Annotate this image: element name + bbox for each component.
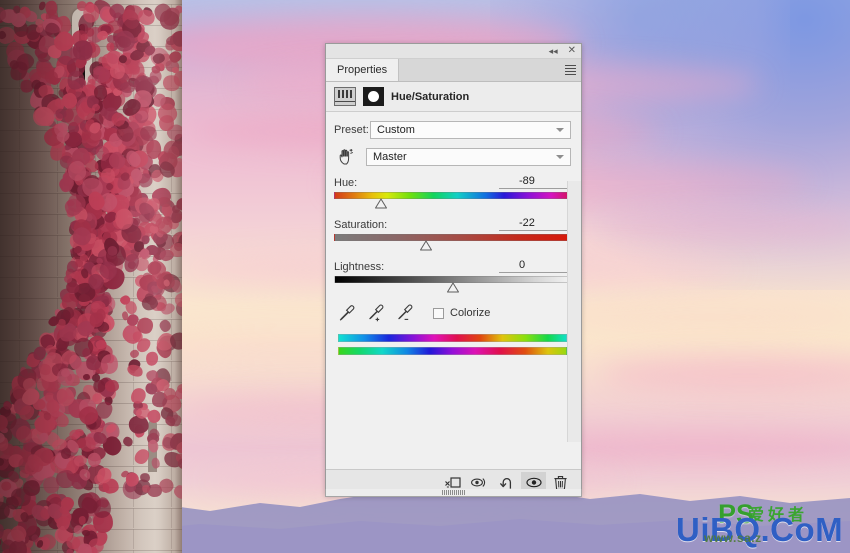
lightness-slider-thumb[interactable] [446, 282, 459, 293]
lightness-slider[interactable] [334, 275, 571, 295]
adjustment-title: Hue/Saturation [391, 90, 470, 103]
panel-right-rail [567, 181, 581, 442]
close-icon[interactable]: ✕ [568, 46, 576, 56]
chevron-down-icon [556, 128, 564, 132]
preset-dropdown[interactable]: Custom [370, 121, 571, 139]
colorize-label: Colorize [450, 307, 491, 319]
saturation-slider-thumb[interactable] [420, 240, 433, 251]
source-spectrum-bar [338, 334, 567, 342]
tab-properties[interactable]: Properties [326, 59, 400, 81]
channel-dropdown[interactable]: Master [366, 148, 571, 166]
panel-body: Preset: Custom Master Hue: -89 Saturatio… [326, 112, 581, 469]
cloud-band [560, 300, 850, 334]
tower-shading [0, 0, 182, 553]
saturation-slider-block: Saturation: -22 [334, 217, 571, 253]
panel-tabbar: Properties [326, 59, 581, 82]
preset-label: Preset: [334, 124, 369, 136]
spectrum-bars [334, 334, 571, 355]
saturation-value[interactable]: -22 [499, 217, 571, 231]
stone-tower [0, 0, 182, 553]
layer-mask-thumbnail[interactable] [363, 87, 384, 106]
watermark-url: www.sa.z [704, 531, 762, 545]
saturation-label: Saturation: [334, 219, 388, 231]
hamburger-menu-icon[interactable] [559, 59, 581, 81]
tab-properties-label: Properties [337, 64, 388, 76]
hue-label: Hue: [334, 177, 358, 189]
channel-row: Master [334, 147, 571, 167]
panel-resize-grip[interactable] [325, 489, 582, 497]
hue-value[interactable]: -89 [499, 175, 571, 189]
hue-gradient-track [334, 192, 571, 199]
colorize-checkbox-box[interactable] [433, 307, 444, 319]
grip-lines-icon [442, 490, 465, 495]
preset-row: Preset: Custom [334, 121, 571, 139]
preset-value: Custom [377, 124, 415, 136]
cloud-band [600, 210, 850, 242]
result-spectrum-bar[interactable] [338, 347, 567, 355]
saturation-gradient-track [334, 234, 571, 241]
chevron-down-icon [556, 155, 564, 159]
eyedropper-subtract-icon[interactable] [396, 304, 413, 322]
eyedropper-add-icon[interactable] [367, 304, 384, 322]
channel-value: Master [373, 151, 407, 163]
adjustment-header: Hue/Saturation [326, 82, 581, 112]
lightness-value[interactable]: 0 [499, 259, 571, 273]
on-image-adjustment-hand-icon[interactable] [334, 147, 358, 167]
hue-slider-thumb[interactable] [375, 198, 388, 209]
panel-titlebar: ◂◂ ✕ [326, 44, 581, 59]
hue-saturation-thumbnail[interactable] [334, 87, 356, 106]
lightness-label: Lightness: [334, 261, 385, 273]
properties-panel: ◂◂ ✕ Properties Hue/Saturation Preset: C… [325, 43, 582, 496]
colorize-checkbox[interactable]: Colorize [433, 307, 490, 319]
collapse-icon[interactable]: ◂◂ [549, 46, 558, 56]
lightness-slider-block: Lightness: 0 [334, 259, 571, 295]
hue-slider[interactable] [334, 191, 571, 211]
saturation-slider[interactable] [334, 233, 571, 253]
eyedropper-row: Colorize [334, 304, 571, 322]
eyedropper-icon[interactable] [338, 304, 355, 322]
watermark: PS 爱好者 UiBQ.CoM www.sa.z [676, 499, 850, 551]
hue-slider-block: Hue: -89 [334, 175, 571, 211]
